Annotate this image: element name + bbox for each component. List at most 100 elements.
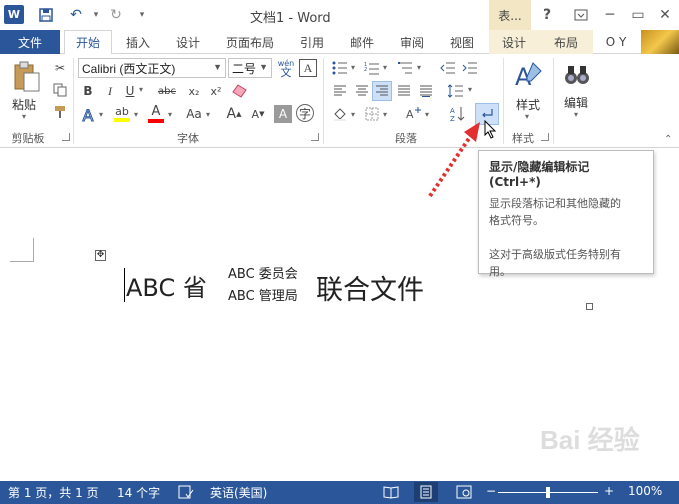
customize-quick-access-icon[interactable]: ▾ — [132, 6, 152, 24]
editing-dropdown-icon[interactable]: ▾ — [574, 110, 578, 119]
minimize-button[interactable]: ─ — [599, 4, 621, 26]
line-spacing-icon[interactable] — [446, 81, 466, 101]
zoom-out-button[interactable]: − — [486, 484, 496, 498]
doc-stacked-line1[interactable]: ABC 委员会 — [228, 263, 298, 282]
print-layout-icon[interactable] — [414, 482, 438, 502]
shrink-font-icon[interactable]: A ▼ — [248, 104, 268, 124]
bullets-icon[interactable] — [330, 58, 350, 78]
styles-dialog-launcher[interactable] — [541, 133, 549, 141]
highlight-dropdown-icon[interactable]: ▾ — [134, 110, 138, 119]
bold-icon[interactable]: B — [78, 81, 98, 101]
doc-word-joint-document[interactable]: 联合文件 — [316, 268, 424, 307]
tab-table-layout[interactable]: 布局 — [546, 30, 586, 54]
zoom-slider-thumb[interactable] — [546, 487, 550, 498]
distributed-icon[interactable] — [416, 81, 436, 101]
tab-design[interactable]: 设计 — [166, 30, 210, 54]
undo-dropdown-icon[interactable]: ▾ — [86, 6, 106, 24]
table-move-handle-icon[interactable]: ✥ — [95, 250, 106, 261]
word-count[interactable]: 14 个字 — [117, 484, 160, 501]
change-case-icon[interactable]: Aa — [184, 104, 204, 124]
character-shading-icon[interactable]: A — [274, 105, 292, 123]
shading-icon[interactable] — [330, 104, 350, 124]
align-left-icon[interactable] — [330, 81, 350, 101]
clear-formatting-icon[interactable] — [230, 81, 250, 101]
tab-file[interactable]: 文件 — [0, 30, 60, 54]
styles-dropdown-icon[interactable]: ▾ — [525, 112, 529, 121]
editing-label[interactable]: 编辑 — [564, 94, 588, 111]
borders-icon[interactable] — [362, 104, 382, 124]
underline-dropdown-icon[interactable]: ▾ — [139, 85, 143, 94]
page-count[interactable]: 第 1 页，共 1 页 — [8, 484, 99, 501]
superscript-icon[interactable]: x² — [206, 81, 226, 101]
tab-review[interactable]: 审阅 — [392, 30, 432, 54]
collapse-ribbon-icon[interactable]: ⌃ — [664, 134, 672, 145]
strikethrough-icon[interactable]: abc — [154, 81, 180, 101]
ribbon-display-options-icon[interactable] — [570, 4, 592, 26]
format-painter-icon[interactable] — [50, 102, 70, 122]
character-border-icon[interactable]: A — [299, 59, 317, 77]
user-name[interactable]: O Y — [598, 30, 634, 54]
language-indicator[interactable]: 英语(美国) — [210, 484, 267, 501]
font-color-icon[interactable]: A — [146, 102, 166, 126]
tab-home[interactable]: 开始 — [64, 30, 112, 55]
redo-icon[interactable]: ↻ — [106, 6, 126, 24]
increase-indent-icon[interactable] — [460, 58, 480, 78]
bullets-dropdown-icon[interactable]: ▾ — [351, 63, 355, 72]
font-size-dropdown[interactable]: 二号 ▼ — [228, 58, 272, 78]
save-icon[interactable] — [36, 6, 56, 24]
web-layout-icon[interactable] — [456, 485, 472, 502]
tab-view[interactable]: 视图 — [442, 30, 482, 54]
clipboard-dialog-launcher[interactable] — [62, 133, 70, 141]
align-center-icon[interactable] — [352, 81, 372, 101]
text-effects-icon[interactable]: A — [78, 104, 98, 126]
text-effects-dropdown-icon[interactable]: ▾ — [99, 110, 103, 119]
tab-insert[interactable]: 插入 — [116, 30, 160, 54]
read-mode-icon[interactable] — [383, 485, 399, 502]
enclose-characters-icon[interactable]: 字 — [296, 104, 314, 122]
paste-dropdown-icon[interactable]: ▾ — [22, 112, 26, 121]
doc-stacked-line2[interactable]: ABC 管理局 — [228, 285, 298, 304]
highlight-color-icon[interactable]: ab — [112, 102, 132, 126]
zoom-in-button[interactable]: + — [604, 484, 614, 498]
tab-references[interactable]: 引用 — [292, 30, 332, 54]
change-case-dropdown-icon[interactable]: ▾ — [206, 110, 210, 119]
binoculars-icon[interactable] — [562, 60, 592, 90]
help-button[interactable]: ? — [536, 4, 558, 26]
tab-table-design[interactable]: 设计 — [494, 30, 534, 54]
tab-page-layout[interactable]: 页面布局 — [220, 30, 280, 54]
table-resize-handle[interactable] — [586, 303, 593, 310]
multilevel-list-icon[interactable] — [396, 58, 416, 78]
font-dialog-launcher[interactable] — [311, 133, 319, 141]
decrease-indent-icon[interactable] — [438, 58, 458, 78]
font-color-dropdown-icon[interactable]: ▾ — [168, 110, 172, 119]
doc-word-province[interactable]: ABC 省 — [126, 268, 207, 303]
styles-label[interactable]: 样式 — [516, 96, 540, 113]
styles-icon[interactable]: A — [512, 60, 544, 90]
underline-icon[interactable]: U — [120, 81, 140, 101]
close-button[interactable]: ✕ — [654, 4, 676, 26]
tab-mailings[interactable]: 邮件 — [342, 30, 382, 54]
borders-dropdown-icon[interactable]: ▾ — [383, 110, 387, 119]
subscript-icon[interactable]: x₂ — [184, 81, 204, 101]
font-name-dropdown[interactable]: Calibri (西文正文) ▼ — [78, 58, 226, 78]
shading-dropdown-icon[interactable]: ▾ — [351, 110, 355, 119]
restore-button[interactable]: ▭ — [627, 4, 649, 26]
cut-icon[interactable]: ✂ — [50, 58, 70, 78]
italic-icon[interactable]: I — [100, 81, 120, 101]
copy-icon[interactable] — [50, 80, 70, 100]
grow-font-icon[interactable]: A ▲ — [224, 104, 244, 124]
numbering-icon[interactable]: 12 — [362, 58, 382, 78]
phonetic-guide-icon[interactable]: wén 文 — [276, 57, 296, 79]
line-spacing-dropdown-icon[interactable]: ▾ — [468, 85, 472, 94]
paste-icon[interactable] — [10, 60, 44, 94]
proofing-icon[interactable] — [178, 485, 194, 502]
word-app-icon[interactable]: W — [4, 5, 24, 24]
undo-icon[interactable]: ↶ — [66, 6, 86, 24]
paste-label[interactable]: 粘贴 — [12, 96, 36, 113]
numbering-dropdown-icon[interactable]: ▾ — [383, 63, 387, 72]
user-avatar[interactable] — [641, 30, 679, 54]
zoom-level[interactable]: 100% — [628, 484, 662, 498]
multilevel-dropdown-icon[interactable]: ▾ — [417, 63, 421, 72]
align-right-icon[interactable] — [372, 81, 392, 101]
justify-icon[interactable] — [394, 81, 414, 101]
